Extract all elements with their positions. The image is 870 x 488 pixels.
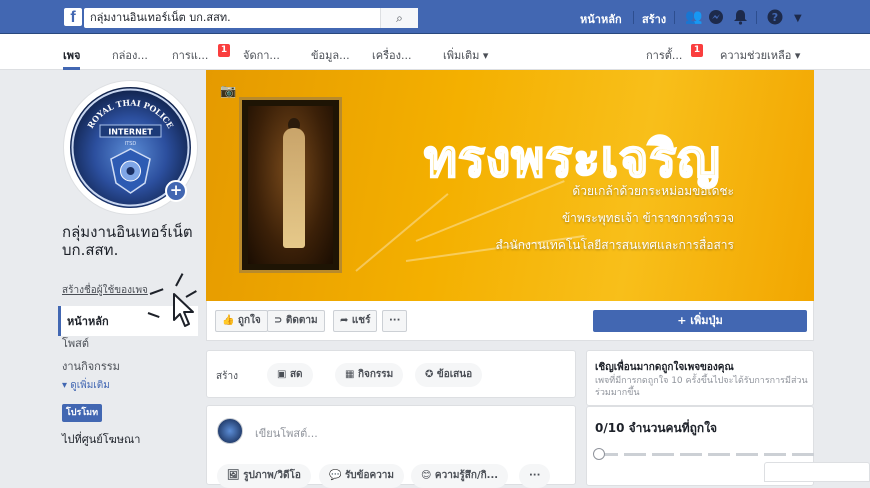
promote-button[interactable]: โปรโมท [62, 404, 102, 422]
create-card: สร้าง ▣ สด ▦ กิจกรรม ✪ ข้อเสนอ [206, 350, 576, 398]
live-label: สด [289, 369, 303, 380]
page-tabs-bar: เพจ กล่อง... การแ... 1 จัดกา... ข้อมูล..… [0, 34, 870, 70]
divider [633, 11, 634, 24]
help-menu[interactable]: ความช่วยเหลือ ▾ [720, 46, 800, 64]
settings-badge: 1 [691, 44, 703, 57]
follow-button[interactable]: ⊃ ติดตาม [267, 310, 325, 332]
avatar-sub-text: ITSD [125, 141, 137, 147]
rss-icon: ⊃ [274, 315, 286, 326]
event-button[interactable]: ▦ กิจกรรม [335, 363, 404, 387]
create-username-link[interactable]: สร้างชื่อผู้ใช้ของเพจ [62, 283, 148, 298]
page-avatar [217, 418, 243, 444]
offer-label: ข้อเสนอ [436, 369, 473, 380]
smiley-icon: 😊 [421, 470, 435, 481]
tab-inbox[interactable]: กล่อง... [112, 46, 148, 64]
share-button[interactable]: ➦ แชร์ [333, 310, 378, 332]
tab-page[interactable]: เพจ [63, 46, 81, 70]
feeling-button[interactable]: 😊 ความรู้สึก/กิ... [411, 464, 509, 488]
composer-more-button[interactable]: ··· [519, 464, 551, 488]
live-video-icon: ▣ [277, 369, 290, 380]
divider [756, 11, 757, 24]
cover-subtitle-1: ด้วยเกล้าด้วยกระหม่อมขอเดชะ [572, 184, 734, 198]
chevron-down-icon[interactable]: ▼ [794, 11, 802, 27]
tab-more[interactable]: เพิ่มเติม ▾ [443, 46, 488, 64]
more-options-button[interactable]: ··· [382, 310, 408, 332]
invite-friends-card: เชิญเพื่อนมากดถูกใจเพจของคุณ เพจที่มีการ… [586, 350, 814, 406]
message-label: รับข้อความ [344, 470, 395, 481]
royal-portrait-image [239, 97, 342, 273]
cursor-highlight-mark [175, 273, 184, 287]
sidebar-item-posts[interactable]: โพสต์ [62, 334, 202, 352]
tab-insights[interactable]: ข้อมูล... [311, 46, 350, 64]
tab-publishing[interactable]: จัดกา... [243, 46, 280, 64]
svg-text:?: ? [772, 11, 778, 24]
camera-icon[interactable]: 📷 [220, 84, 236, 99]
cover-subtitle-2: ข้าพระพุทธเจ้า ข้าราชการตำรวจ [561, 211, 734, 225]
offer-icon: ✪ [425, 369, 437, 380]
help-icon[interactable]: ? [767, 9, 783, 29]
chat-bar[interactable] [764, 462, 870, 482]
search-input[interactable]: กลุ่มงานอินเทอร์เน็ต บก.สสท. ⌕ [84, 8, 418, 28]
live-button[interactable]: ▣ สด [267, 363, 313, 387]
divider [674, 11, 675, 24]
write-post-input[interactable]: เขียนโพสต์... [255, 424, 318, 442]
messenger-icon[interactable] [708, 9, 724, 29]
cursor-highlight-mark [149, 288, 164, 295]
progress-start-marker [593, 448, 605, 460]
like-button[interactable]: 👍 ถูกใจ [215, 310, 268, 332]
get-messages-button[interactable]: 💬 รับข้อความ [319, 464, 405, 488]
cover-photo[interactable]: 📷 ทรงพระเจริญ ด้วยเกล้าด้วยกระหม่อมขอเดช… [206, 70, 814, 301]
create-link[interactable]: สร้าง [642, 10, 666, 28]
page-title: กลุ่มงานอินเทอร์เน็ต บก.สสท. [62, 223, 193, 259]
friends-icon[interactable]: 👥 [685, 9, 702, 25]
tab-settings[interactable]: การตั้... [646, 46, 682, 64]
sidebar-item-events[interactable]: งานกิจกรรม [62, 357, 202, 375]
feeling-label: ความรู้สึก/กิ... [434, 470, 499, 481]
avatar-banner-text: INTERNET [108, 128, 153, 137]
invite-title[interactable]: เชิญเพื่อนมากดถูกใจเพจของคุณ [595, 360, 734, 375]
messenger-icon: 💬 [329, 470, 345, 481]
ads-center-link[interactable]: ไปที่ศูนย์โฆษณา [62, 430, 202, 448]
event-label: กิจกรรม [357, 369, 394, 380]
portrait-background [248, 106, 333, 264]
calendar-icon: ▦ [345, 369, 358, 380]
likes-count: 0/10 จำนวนคนที่ถูกใจ [595, 421, 718, 435]
notifications-icon[interactable] [733, 9, 748, 29]
photo-video-button[interactable]: 🖼 รูปภาพ/วิดีโอ [217, 464, 311, 488]
search-icon[interactable]: ⌕ [380, 8, 418, 28]
invite-description: เพจที่มีการกดถูกใจ 10 ครั้งขึ้นไปจะได้รั… [595, 376, 808, 398]
create-label: สร้าง [216, 371, 238, 382]
home-link[interactable]: หน้าหลัก [580, 10, 622, 28]
notification-badge: 1 [218, 44, 230, 57]
photo-label: รูปภาพ/วิดีโอ [243, 470, 301, 481]
follow-label: ติดตาม [285, 315, 318, 326]
page-action-bar: 👍 ถูกใจ ⊃ ติดตาม ➦ แชร์ ··· + เพิ่มปุ่ม [206, 301, 814, 341]
tab-notifications[interactable]: การแ... [172, 46, 208, 64]
add-photo-plus-icon[interactable]: + [165, 180, 187, 202]
top-bar: f กลุ่มงานอินเทอร์เน็ต บก.สสท. ⌕ หน้าหลั… [0, 0, 870, 34]
search-text: กลุ่มงานอินเทอร์เน็ต บก.สสท. [90, 11, 231, 24]
see-more-link[interactable]: ▾ ดูเพิ่มเติม [62, 378, 202, 393]
cover-subtitle-3: สำนักงานเทคโนโลยีสารสนเทศและการสื่อสาร [495, 238, 734, 252]
facebook-logo-icon[interactable]: f [64, 8, 82, 26]
post-composer[interactable]: เขียนโพสต์... 🖼 รูปภาพ/วิดีโอ 💬 รับข้อคว… [206, 405, 576, 488]
offer-button[interactable]: ✪ ข้อเสนอ [415, 363, 483, 387]
tab-tools[interactable]: เครื่อง... [372, 46, 412, 64]
photo-icon: 🖼 [227, 470, 244, 481]
likes-progress-track [596, 453, 816, 456]
portrait-figure [283, 128, 305, 248]
add-button[interactable]: + เพิ่มปุ่ม [593, 310, 807, 332]
